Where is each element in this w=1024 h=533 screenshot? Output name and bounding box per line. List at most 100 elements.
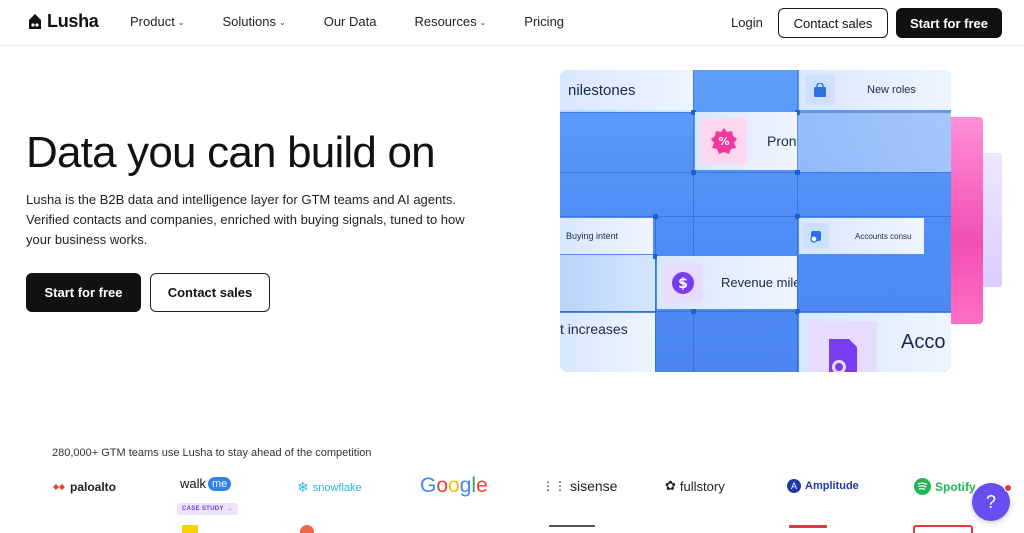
- login-link[interactable]: Login: [731, 15, 763, 30]
- walkme-name-prefix: walk: [180, 476, 207, 491]
- grid-node: [691, 170, 696, 175]
- grid-line: [560, 311, 951, 312]
- nav-item-label: Solutions: [222, 14, 276, 29]
- partial-logo: [789, 525, 827, 533]
- partial-logo: [913, 525, 973, 533]
- milestones-label: nilestones: [568, 81, 636, 99]
- walkme-name-suffix: me: [208, 476, 232, 491]
- top-nav: Lusha Product ⌄ Solutions ⌄ Our Data Resou…: [0, 0, 1024, 46]
- grid-line: [560, 172, 951, 173]
- increases-cell: t increases: [560, 313, 655, 372]
- hero-title: Data you can build on: [26, 128, 436, 177]
- partial-logo: [182, 525, 222, 533]
- hero-visual: nilestones New roles % Pron Buying inten…: [560, 70, 951, 372]
- chat-icon: [803, 223, 829, 249]
- document-icon: [807, 320, 877, 372]
- google-letter: e: [476, 474, 488, 497]
- nav-item-pricing[interactable]: Pricing: [524, 14, 564, 29]
- grid-line: [655, 216, 656, 372]
- nav-item-our-data[interactable]: Our Data: [324, 14, 377, 29]
- decorative-lavender-bar: [982, 153, 1002, 287]
- notification-dot: [1004, 484, 1012, 492]
- google-logo: Google: [420, 474, 488, 498]
- milestones-cell: nilestones: [560, 70, 693, 110]
- paloalto-logo: paloalto: [52, 480, 116, 494]
- fullstory-icon: ✿: [665, 478, 676, 493]
- revenue-cell: $ Revenue mile: [657, 256, 797, 309]
- grid-line: [797, 70, 798, 372]
- visual-block: [560, 255, 655, 311]
- nav-item-label: Resources: [414, 14, 477, 29]
- spotify-icon: [914, 478, 931, 495]
- logos-caption: 280,000+ GTM teams use Lusha to stay ahe…: [52, 447, 372, 459]
- grid-line: [693, 70, 694, 372]
- google-letter: o: [448, 474, 460, 497]
- grid-node: [795, 170, 800, 175]
- paloalto-name: paloalto: [70, 480, 117, 494]
- percent-badge-icon: %: [701, 118, 747, 164]
- spotify-name: Spotify: [935, 479, 976, 494]
- increases-label: t increases: [560, 320, 628, 337]
- sisense-logo: ⋮⋮ sisense: [542, 478, 617, 494]
- chevron-down-icon: ⌄: [279, 18, 286, 27]
- partial-logo: [300, 525, 314, 533]
- spotify-logo: Spotify: [914, 478, 976, 495]
- case-study-badge[interactable]: CASE STUDY →: [177, 503, 238, 515]
- revenue-label: Revenue mile: [721, 275, 797, 290]
- arrow-right-icon: →: [226, 506, 233, 512]
- buying-intent-label: Buying intent: [566, 231, 619, 241]
- nav-item-label: Pricing: [524, 14, 565, 29]
- case-study-label: CASE STUDY: [182, 506, 224, 512]
- acco-label: Acco: [901, 331, 946, 353]
- hero-contact-sales-button[interactable]: Contact sales: [150, 273, 270, 312]
- brand-name: Lusha: [47, 11, 99, 31]
- fullstory-logo: ✿ fullstory: [665, 478, 725, 494]
- svg-text:$: $: [678, 276, 688, 292]
- amplitude-icon: A: [787, 479, 801, 493]
- dollar-icon: $: [663, 262, 703, 303]
- snowflake-icon: ❄: [297, 479, 309, 495]
- hero-start-free-button[interactable]: Start for free: [26, 273, 141, 312]
- google-letter: o: [436, 474, 449, 497]
- bag-icon: [805, 75, 835, 105]
- hero-subtitle: Lusha is the B2B data and intelligence l…: [26, 192, 465, 247]
- google-letter: g: [459, 474, 472, 497]
- brand-logo[interactable]: Lusha: [27, 11, 99, 32]
- decorative-pink-bar: [946, 117, 983, 324]
- fullstory-name: fullstory: [679, 478, 725, 494]
- chevron-down-icon: ⌄: [479, 18, 487, 27]
- nav-item-product[interactable]: Product ⌄: [130, 14, 185, 29]
- nav-item-label: Our Data: [323, 14, 377, 29]
- visual-block: [797, 112, 951, 172]
- promo-cell: % Pron: [695, 112, 797, 170]
- grid-line: [560, 216, 951, 217]
- paloalto-icon: [53, 484, 65, 490]
- partial-logo: [549, 525, 595, 533]
- accounts-label: Accounts consu: [855, 231, 912, 241]
- new-roles-label: New roles: [867, 84, 916, 96]
- sisense-icon: ⋮⋮: [542, 479, 566, 493]
- grid-node: [691, 309, 696, 314]
- google-letter: G: [420, 474, 437, 497]
- sisense-name: sisense: [570, 478, 618, 494]
- start-free-button[interactable]: Start for free: [896, 8, 1002, 38]
- acco-cell: Acco: [799, 313, 951, 372]
- snowflake-name: snowflake: [312, 481, 362, 494]
- promo-label: Pron: [767, 133, 797, 149]
- buying-intent-cell: Buying intent: [560, 218, 653, 254]
- lusha-logo-icon: [29, 13, 41, 29]
- nav-item-resources[interactable]: Resources ⌄: [414, 14, 486, 29]
- new-roles-cell: New roles: [799, 70, 951, 110]
- walkme-logo: walk me: [180, 476, 232, 491]
- nav-item-solutions[interactable]: Solutions ⌄: [223, 14, 286, 29]
- svg-text:%: %: [718, 135, 729, 148]
- amplitude-name: Amplitude: [805, 480, 859, 492]
- nav-item-label: Product: [130, 14, 175, 29]
- chevron-down-icon: ⌄: [177, 18, 185, 27]
- accounts-cell: Accounts consu: [799, 218, 924, 254]
- grid-node: [653, 214, 658, 219]
- nav-links: Product ⌄ Solutions ⌄ Our Data Resources ⌄ …: [130, 14, 602, 29]
- contact-sales-button[interactable]: Contact sales: [778, 8, 888, 38]
- amplitude-logo: A Amplitude: [787, 479, 859, 493]
- snowflake-logo: ❄ snowflake: [297, 479, 362, 496]
